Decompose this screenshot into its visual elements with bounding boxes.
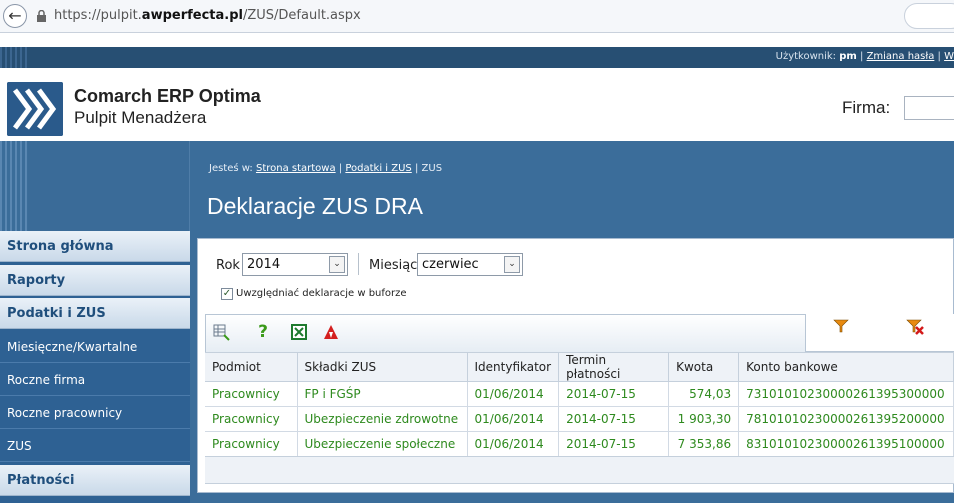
miesiac-value: czerwiec xyxy=(422,257,479,272)
breadcrumb-section-link[interactable]: Podatki i ZUS xyxy=(345,163,411,174)
separator: | xyxy=(860,51,864,62)
back-arrow-icon[interactable]: ← xyxy=(3,4,27,28)
lock-icon xyxy=(37,10,46,22)
table-header-row: Podmiot Składki ZUS Identyfikator Termin… xyxy=(205,352,954,382)
change-password-link[interactable]: Zmiana hasła xyxy=(867,51,935,62)
column-header-kwota[interactable]: Kwota xyxy=(668,352,740,382)
sidebar-item-roczne-firma[interactable]: Roczne firma xyxy=(0,365,190,396)
cell-kwota: 574,03 xyxy=(668,381,740,407)
logout-link[interactable]: W xyxy=(944,51,954,62)
cell-konto: 73101010230000261395300000 xyxy=(738,381,954,407)
miesiac-select[interactable]: czerwiec ⌄ xyxy=(417,253,523,276)
column-header-termin[interactable]: Termin płatności xyxy=(558,352,670,382)
excel-export-icon[interactable] xyxy=(290,323,308,341)
cell-podmiot: Pracownicy xyxy=(205,381,298,407)
sidebar-item-miesieczne-kwartalne[interactable]: Miesięczne/Kwartalne xyxy=(0,332,190,363)
rok-value: 2014 xyxy=(247,257,281,272)
chevron-down-icon[interactable]: ⌄ xyxy=(504,256,520,273)
url-field[interactable]: https://pulpit.awperfecta.pl/ZUS/Default… xyxy=(54,8,361,23)
user-label: Użytkownik: xyxy=(775,51,837,62)
url-path: /ZUS/Default.aspx xyxy=(242,8,361,23)
rok-select[interactable]: 2014 ⌄ xyxy=(242,253,348,276)
user-name: pm xyxy=(839,51,857,62)
rok-label: Rok xyxy=(216,258,240,273)
buffer-checkbox-label: Uwzględniać deklaracje w buforze xyxy=(236,288,407,299)
cell-termin: 2014-07-15 xyxy=(558,406,670,432)
breadcrumb-separator: | xyxy=(338,163,343,174)
firma-select[interactable] xyxy=(904,96,954,120)
cell-termin: 2014-07-15 xyxy=(558,431,670,457)
table-settings-icon[interactable] xyxy=(213,323,231,341)
cell-identyfikator: 01/06/2014 xyxy=(467,406,560,432)
cell-skladki: Ubezpieczenie zdrowotne xyxy=(297,406,468,432)
buffer-checkbox[interactable]: ✓ xyxy=(221,288,233,300)
filter-area xyxy=(806,314,954,352)
breadcrumb-home-link[interactable]: Strona startowa xyxy=(256,163,336,174)
decorative-stripes xyxy=(0,47,30,68)
column-header-skladki[interactable]: Składki ZUS xyxy=(297,352,468,382)
cell-konto: 78101010230000261395200000 xyxy=(738,406,954,432)
pdf-export-icon[interactable] xyxy=(322,323,340,341)
url-prefix: https://pulpit. xyxy=(54,8,142,23)
help-icon[interactable]: ? xyxy=(254,323,272,341)
url-domain: awperfecta.pl xyxy=(141,8,243,23)
sidebar-item-roczne-pracownicy[interactable]: Roczne pracownicy xyxy=(0,398,190,429)
column-header-podmiot[interactable]: Podmiot xyxy=(205,352,298,382)
column-header-konto[interactable]: Konto bankowe xyxy=(738,352,954,382)
user-info: Użytkownik: pm | Zmiana hasła | W xyxy=(776,51,954,62)
breadcrumb: Jesteś w: Strona startowa | Podatki i ZU… xyxy=(209,163,442,174)
cell-skladki: FP i FGŚP xyxy=(297,381,468,407)
user-strip: Użytkownik: pm | Zmiana hasła | W xyxy=(0,47,954,68)
sidebar-item-zus[interactable]: ZUS xyxy=(0,431,190,462)
cell-termin: 2014-07-15 xyxy=(558,381,670,407)
sidebar-item-strona-glowna[interactable]: Strona główna xyxy=(0,231,190,262)
cell-skladki: Ubezpieczenie społeczne xyxy=(297,431,468,457)
filter-divider xyxy=(358,253,359,275)
band-left-block xyxy=(0,141,190,231)
column-header-identyfikator[interactable]: Identyfikator xyxy=(467,352,560,382)
sidebar-item-platnosci[interactable]: Płatności xyxy=(0,465,190,496)
chevron-down-icon[interactable]: ⌄ xyxy=(329,256,345,273)
table-row[interactable]: Pracownicy Ubezpieczenie społeczne 01/06… xyxy=(205,431,954,457)
cell-podmiot: Pracownicy xyxy=(205,406,298,432)
cell-konto: 83101010230000261395100000 xyxy=(738,431,954,457)
browser-search-field[interactable] xyxy=(904,3,954,29)
filter-icon[interactable] xyxy=(833,318,849,334)
cell-identyfikator: 01/06/2014 xyxy=(467,381,560,407)
clear-filter-icon[interactable] xyxy=(906,318,924,336)
page-title: Deklaracje ZUS DRA xyxy=(207,193,423,219)
comarch-logo-icon xyxy=(7,82,63,136)
cell-podmiot: Pracownicy xyxy=(205,431,298,457)
sidebar-item-podatki-i-zus[interactable]: Podatki i ZUS xyxy=(0,298,190,329)
miesiac-label: Miesiąc xyxy=(369,258,418,273)
title-band xyxy=(0,141,954,231)
firma-label: Firma: xyxy=(842,98,891,117)
table-row[interactable]: Pracownicy FP i FGŚP 01/06/2014 2014-07-… xyxy=(205,381,954,407)
breadcrumb-separator: | xyxy=(414,163,419,174)
table-footer xyxy=(205,456,954,484)
breadcrumb-prefix: Jesteś w: xyxy=(209,163,253,174)
cell-identyfikator: 01/06/2014 xyxy=(467,431,560,457)
table-row[interactable]: Pracownicy Ubezpieczenie zdrowotne 01/06… xyxy=(205,406,954,432)
sidebar-item-raporty[interactable]: Raporty xyxy=(0,265,190,296)
app-subtitle: Pulpit Menadżera xyxy=(74,108,207,127)
app-title: Comarch ERP Optima xyxy=(74,86,261,106)
breadcrumb-current: ZUS xyxy=(421,163,443,174)
zus-declarations-table: Podmiot Składki ZUS Identyfikator Termin… xyxy=(205,352,954,457)
cell-kwota: 1 903,30 xyxy=(668,406,740,432)
separator: | xyxy=(937,51,941,62)
decorative-stripes xyxy=(0,141,28,231)
cell-kwota: 7 353,86 xyxy=(668,431,740,457)
